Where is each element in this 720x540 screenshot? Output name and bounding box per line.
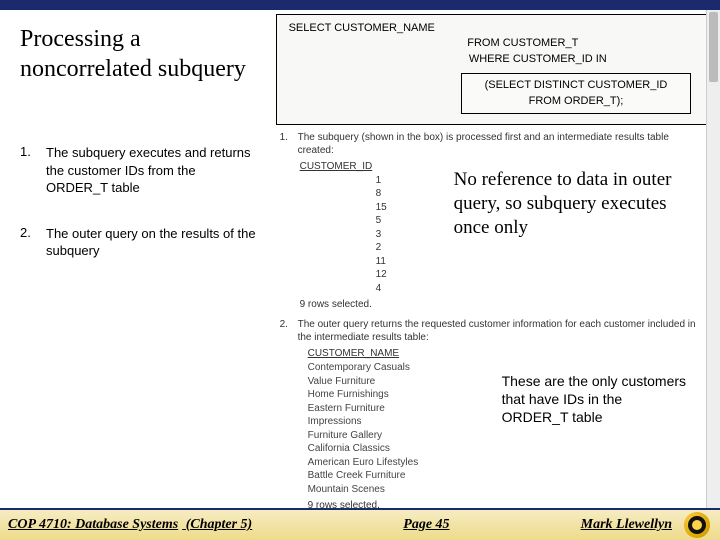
result-number: 2.	[280, 318, 292, 344]
sql-inner-box: (SELECT DISTINCT CUSTOMER_ID FROM ORDER_…	[461, 73, 691, 114]
sql-inner-line: FROM ORDER_T);	[472, 94, 680, 109]
slide-footer: COP 4710: Database Systems (Chapter 5) P…	[0, 508, 720, 540]
step-item: 1. The subquery executes and returns the…	[20, 144, 258, 197]
sql-line: WHERE CUSTOMER_ID IN	[377, 52, 699, 67]
name-value: Battle Creek Furniture	[308, 469, 706, 483]
sql-outer-box: SELECT CUSTOMER_NAME FROM CUSTOMER_T WHE…	[276, 14, 710, 125]
step-number: 1.	[20, 144, 46, 197]
callout-only-customers: These are the only customers that have I…	[502, 372, 692, 427]
id-value: 2	[376, 241, 706, 255]
id-value: 12	[376, 268, 706, 282]
result-caption: 2. The outer query returns the requested…	[280, 318, 706, 344]
name-value: California Classics	[308, 442, 706, 456]
result-caption: 1. The subquery (shown in the box) is pr…	[280, 131, 706, 157]
result-caption-text: The subquery (shown in the box) is proce…	[298, 131, 706, 157]
column-header: CUSTOMER_NAME	[308, 348, 706, 359]
sql-line: FROM CUSTOMER_T	[347, 36, 699, 51]
id-value: 11	[376, 255, 706, 269]
result-caption-text: The outer query returns the requested cu…	[298, 318, 706, 344]
ucf-logo-icon	[684, 512, 710, 538]
footer-page: Page 45	[403, 517, 449, 533]
step-text: The outer query on the results of the su…	[46, 225, 258, 260]
title-bar	[0, 0, 720, 10]
slide-title: Processing a noncorrelated subquery	[20, 24, 258, 84]
footer-chapter: (Chapter 5)	[182, 517, 252, 533]
scrollbar[interactable]	[706, 10, 720, 508]
callout-no-reference: No reference to data in outer query, so …	[454, 168, 684, 239]
id-value: 4	[376, 282, 706, 296]
name-value: Furniture Gallery	[308, 429, 706, 443]
name-value: Mountain Scenes	[308, 483, 706, 497]
slide-body: Processing a noncorrelated subquery 1. T…	[0, 10, 720, 508]
name-value: American Euro Lifestyles	[308, 456, 706, 470]
right-column: SELECT CUSTOMER_NAME FROM CUSTOMER_T WHE…	[274, 10, 720, 508]
step-number: 2.	[20, 225, 46, 260]
rows-selected: 9 rows selected.	[300, 299, 706, 310]
step-text: The subquery executes and returns the cu…	[46, 144, 258, 197]
result-number: 1.	[280, 131, 292, 157]
footer-author: Mark Llewellyn	[581, 517, 672, 533]
sql-line: SELECT CUSTOMER_NAME	[289, 21, 699, 36]
footer-course: COP 4710: Database Systems	[8, 517, 178, 533]
step-item: 2. The outer query on the results of the…	[20, 225, 258, 260]
steps-list: 1. The subquery executes and returns the…	[20, 144, 258, 260]
sql-inner-line: (SELECT DISTINCT CUSTOMER_ID	[472, 78, 680, 93]
left-column: Processing a noncorrelated subquery 1. T…	[0, 10, 274, 508]
